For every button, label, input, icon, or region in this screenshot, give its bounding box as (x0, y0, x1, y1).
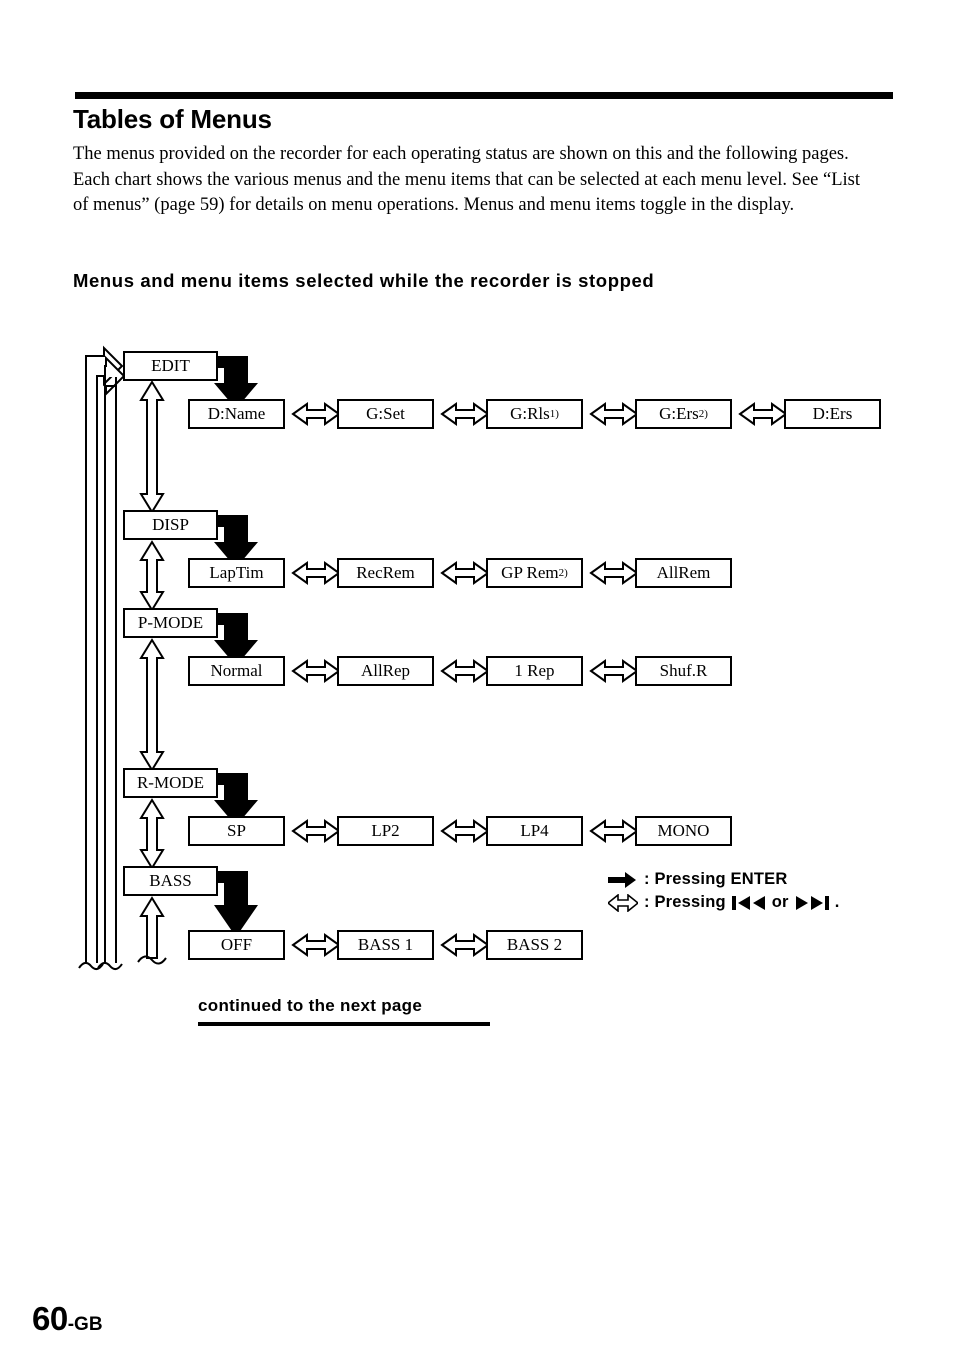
menu-item-box[interactable]: G:Set (337, 399, 434, 429)
menu-item-label: BASS 2 (506, 935, 563, 954)
toggle-arrow-rmode-3 (589, 819, 639, 843)
menu-item-label: AllRep (360, 661, 411, 680)
toggle-arrow-edit-3 (589, 402, 639, 426)
menu-item-box[interactable]: SP (188, 816, 285, 846)
vertical-toggle-arrow-disp-pmode (139, 540, 165, 612)
menu-item-label: 1 Rep (514, 661, 555, 680)
menu-label: R-MODE (136, 773, 205, 792)
manual-page: Tables of Menus The menus provided on th… (0, 0, 954, 1357)
menu-item-label: G:Ers (659, 404, 699, 423)
menu-item-label: D:Ers (812, 404, 853, 423)
menu-item-label: G:Rls (510, 404, 550, 423)
menu-item-label: GP Rem (501, 563, 559, 582)
menu-item-box[interactable]: Shuf.R (635, 656, 732, 686)
menu-item-box[interactable]: AllRep (337, 656, 434, 686)
toggle-arrow-rmode-1 (291, 819, 341, 843)
toggle-arrow-disp-1 (291, 561, 341, 585)
menu-box-bass[interactable]: BASS (123, 866, 218, 896)
menu-item-label: BASS 1 (357, 935, 414, 954)
page-number: 60 (32, 1300, 68, 1337)
menu-item-box[interactable]: D:Ers (784, 399, 881, 429)
toggle-arrow-edit-4 (738, 402, 788, 426)
menu-item-label: AllRem (656, 563, 711, 582)
menu-box-edit[interactable]: EDIT (123, 351, 218, 381)
menu-item-label: Normal (210, 661, 263, 680)
menu-item-box[interactable]: AllRem (635, 558, 732, 588)
legend-skip-text: : Pressing (644, 893, 726, 911)
menu-item-label: G:Set (366, 404, 405, 423)
rewind-button-icon (731, 895, 766, 910)
continued-underline (198, 1022, 490, 1026)
rail-break-squiggle (78, 962, 123, 970)
menu-item-box[interactable]: Normal (188, 656, 285, 686)
toggle-arrow-pmode-1 (291, 659, 341, 683)
continued-note: continued to the next page (198, 996, 423, 1015)
enter-arrow-bass (214, 871, 258, 937)
toggle-arrow-pmode-3 (589, 659, 639, 683)
menu-box-disp[interactable]: DISP (123, 510, 218, 540)
menu-item-box[interactable]: LP4 (486, 816, 583, 846)
legend-row-enter: : Pressing ENTER (608, 868, 839, 891)
toggle-arrow-disp-2 (440, 561, 490, 585)
vertical-toggle-arrow-rmode-bass (139, 798, 165, 870)
vertical-arrow-below-bass (139, 896, 165, 959)
toggle-arrow-bass-2 (440, 933, 490, 957)
menu-item-box[interactable]: LP2 (337, 816, 434, 846)
menu-item-box[interactable]: BASS 1 (337, 930, 434, 960)
menu-item-box[interactable]: LapTim (188, 558, 285, 588)
solid-right-arrow-icon (608, 870, 638, 890)
vertical-toggle-arrow-edit-disp (139, 380, 165, 514)
menu-item-label: D:Name (207, 404, 266, 423)
toggle-arrow-bass-1 (291, 933, 341, 957)
diagram-legend: : Pressing ENTER : Pressing or . (608, 868, 839, 914)
toggle-arrow-edit-1 (291, 402, 341, 426)
menu-item-label: OFF (220, 935, 253, 954)
menu-item-box[interactable]: G:Rls 1) (486, 399, 583, 429)
menu-item-label: LP4 (520, 821, 549, 840)
menu-label: P-MODE (137, 613, 204, 632)
page-folio: 60-GB (32, 1300, 103, 1338)
menu-item-box[interactable]: BASS 2 (486, 930, 583, 960)
toggle-arrow-edit-2 (440, 402, 490, 426)
menu-item-label: Shuf.R (659, 661, 708, 680)
menu-item-label: RecRem (356, 563, 415, 582)
fast-forward-button-icon (795, 895, 829, 910)
menu-item-label: LP2 (371, 821, 400, 840)
menu-label: EDIT (151, 356, 190, 375)
legend-enter-text: : Pressing ENTER (644, 870, 788, 888)
menu-item-box[interactable]: D:Name (188, 399, 285, 429)
menu-item-box[interactable]: OFF (188, 930, 285, 960)
toggle-arrow-disp-3 (589, 561, 639, 585)
toggle-arrow-rmode-2 (440, 819, 490, 843)
menu-item-box[interactable]: 1 Rep (486, 656, 583, 686)
legend-period: . (834, 893, 840, 911)
vertical-toggle-arrow-pmode-rmode (139, 638, 165, 772)
menu-item-label: LapTim (209, 563, 264, 582)
hollow-double-arrow-icon (608, 893, 638, 913)
legend-or-text: or (771, 893, 789, 911)
menu-label: DISP (152, 515, 189, 534)
menu-item-label: SP (227, 821, 246, 840)
menu-item-box[interactable]: RecRem (337, 558, 434, 588)
page-suffix: -GB (67, 1314, 103, 1335)
return-rail-inner (104, 355, 126, 963)
menu-item-box[interactable]: G:Ers 2) (635, 399, 732, 429)
menu-box-rmode[interactable]: R-MODE (123, 768, 218, 798)
toggle-arrow-pmode-2 (440, 659, 490, 683)
menu-item-box[interactable]: MONO (635, 816, 732, 846)
menu-item-label: MONO (657, 821, 710, 840)
legend-row-skip: : Pressing or . (608, 891, 839, 914)
menu-item-box[interactable]: GP Rem 2) (486, 558, 583, 588)
menu-label: BASS (149, 871, 192, 890)
menu-box-pmode[interactable]: P-MODE (123, 608, 218, 638)
